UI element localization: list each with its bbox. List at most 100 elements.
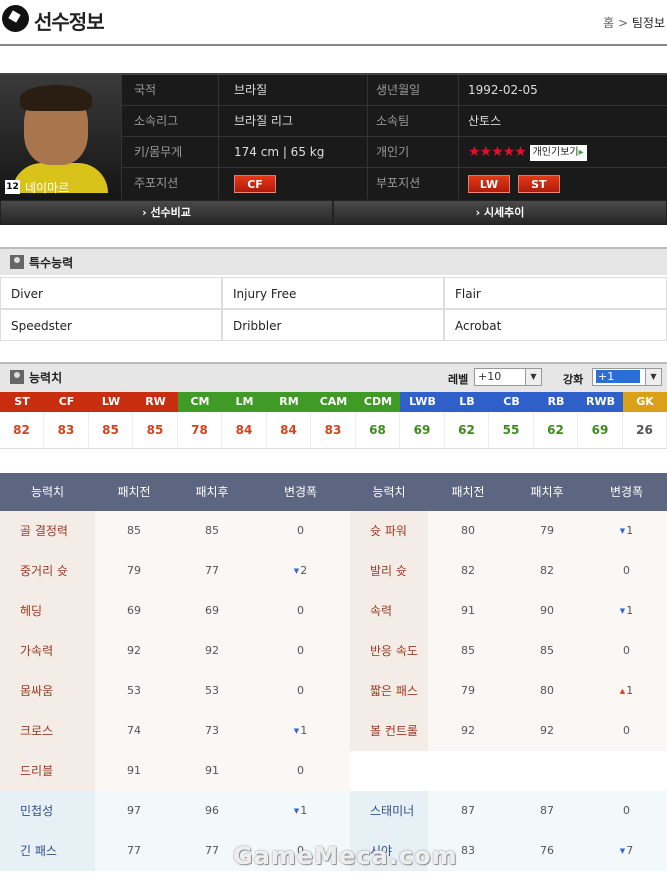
table-row: 드리블 91 91 0 (0, 751, 667, 791)
arrow-down-icon: ▼ (619, 847, 626, 855)
table-header-cell: 패치후 (173, 473, 251, 511)
stat-value: 82 (508, 551, 586, 591)
stat-value: 82 (428, 551, 508, 591)
position-rating: 68 (356, 412, 400, 448)
table-header-cell: 변경폭 (586, 473, 667, 511)
position-rating: 84 (222, 412, 267, 448)
soccer-ball-icon (2, 5, 29, 32)
position-rating: 69 (578, 412, 623, 448)
stat-value: 74 (95, 711, 173, 751)
stat-change: 0 (251, 631, 350, 671)
player-photo: 12 네이마르 (0, 75, 121, 200)
breadcrumb-current[interactable]: 팀정보 (632, 16, 665, 30)
special-abilities-grid: Diver Injury Free Flair Speedster Dribbl… (0, 277, 667, 341)
league-label: 소속리그 (134, 114, 179, 128)
table-header-cell: 패치후 (508, 473, 586, 511)
stat-value: 77 (95, 831, 173, 871)
position-label: CAM (311, 392, 356, 412)
stat-name: 반응 속도 (350, 631, 428, 671)
stat-value: 96 (173, 791, 251, 831)
stat-change: ▼2 (251, 551, 350, 591)
league-value: 브라질 리그 (234, 114, 294, 128)
table-row: 가속력 92 92 0 반응 속도 85 85 0 (0, 631, 667, 671)
position-rating: 85 (133, 412, 178, 448)
position-rating: 82 (0, 412, 44, 448)
stat-value: 79 (508, 511, 586, 551)
birth-value: 1992-02-05 (468, 83, 538, 97)
level-select-value: +10 (478, 370, 502, 383)
sub-position-label: 부포지션 (376, 176, 421, 190)
ability-item: Acrobat (444, 309, 667, 341)
stat-value: 91 (428, 591, 508, 631)
stat-change: ▼1 (251, 791, 350, 831)
stat-name: 발리 슛 (350, 551, 428, 591)
stat-change: 0 (251, 511, 350, 551)
stat-value: 97 (95, 791, 173, 831)
price-trend-button[interactable]: › 시세추이 (334, 201, 666, 224)
page-title: 선수정보 (34, 10, 105, 34)
stat-value: 53 (95, 671, 173, 711)
stat-name: 헤딩 (0, 591, 95, 631)
position-label: RWB (578, 392, 623, 412)
position-rating: 85 (89, 412, 133, 448)
stat-value: 92 (95, 631, 173, 671)
position-rating: 83 (311, 412, 356, 448)
stat-name: 크로스 (0, 711, 95, 751)
level-select[interactable]: +10 ▼ (474, 368, 542, 386)
stat-value (428, 751, 508, 791)
stat-name: 몸싸움 (0, 671, 95, 711)
page-header: 선수정보 홈 > 팀정보 (0, 0, 667, 46)
position-label: GK (623, 392, 667, 412)
stat-change-value: 0 (297, 604, 304, 617)
stat-value (508, 751, 586, 791)
position-label: RW (133, 392, 178, 412)
table-row: 골 결정력 85 85 0 슛 파워 80 79 ▼1 (0, 511, 667, 551)
stat-value: 79 (428, 671, 508, 711)
stat-change: ▼7 (586, 831, 667, 871)
skill-stars: ★★★★★ (468, 144, 527, 160)
position-rating: 62 (445, 412, 489, 448)
skill-label: 개인기 (376, 145, 410, 159)
stat-change-value: 2 (300, 564, 308, 577)
compare-bar: › 선수비교 › 시세추이 (0, 200, 667, 225)
stat-change: 0 (251, 671, 350, 711)
position-label: RM (267, 392, 311, 412)
table-row: 몸싸움 53 53 0 짧은 패스 79 80 ▲1 (0, 671, 667, 711)
table-header-cell: 변경폭 (251, 473, 350, 511)
position-rating: 78 (178, 412, 222, 448)
body-label: 키/몸무게 (134, 145, 183, 159)
nation-label: 국적 (134, 83, 157, 97)
breadcrumb-home[interactable]: 홈 (603, 16, 614, 30)
position-label: LW (89, 392, 133, 412)
stat-value: 85 (508, 631, 586, 671)
table-header-cell: 능력치 (0, 473, 95, 511)
stats-header: 능력치 레벨 +10 ▼ 강화 +1 ▼ (0, 362, 667, 392)
enhance-select[interactable]: +1 ▼ (592, 368, 662, 386)
player-number: 12 (5, 180, 20, 194)
stat-value: 92 (428, 711, 508, 751)
stat-change-value: 1 (626, 604, 634, 617)
table-row: 중거리 슛 79 77 ▼2 발리 슛 82 82 0 (0, 551, 667, 591)
user-icon (10, 370, 24, 384)
ability-item: Diver (0, 277, 222, 309)
stat-value: 85 (173, 511, 251, 551)
stat-name: 짧은 패스 (350, 671, 428, 711)
position-rating: 83 (44, 412, 89, 448)
skill-view-button[interactable]: 개인기보기▸ (529, 144, 587, 161)
patch-stats-table: 능력치 패치전 패치후 변경폭 능력치 패치전 패치후 변경폭 골 결정력 85 8… (0, 473, 667, 875)
player-compare-button[interactable]: › 선수비교 (1, 201, 332, 224)
photo-hair (20, 85, 92, 111)
divider (0, 448, 667, 449)
play-icon: ▸ (578, 146, 584, 158)
stat-name: 볼 컨트롤 (350, 711, 428, 751)
stat-change-value: 0 (623, 804, 630, 817)
stat-change-value: 1 (626, 684, 634, 697)
stat-change-value: 1 (300, 724, 308, 737)
stat-name: 중거리 슛 (0, 551, 95, 591)
enhance-label: 강화 (563, 373, 584, 386)
arrow-down-icon: ▼ (293, 807, 300, 815)
table-header-cell: 패치전 (95, 473, 173, 511)
stat-change-value: 0 (623, 564, 630, 577)
stat-value: 80 (508, 671, 586, 711)
stat-change: 0 (586, 631, 667, 671)
